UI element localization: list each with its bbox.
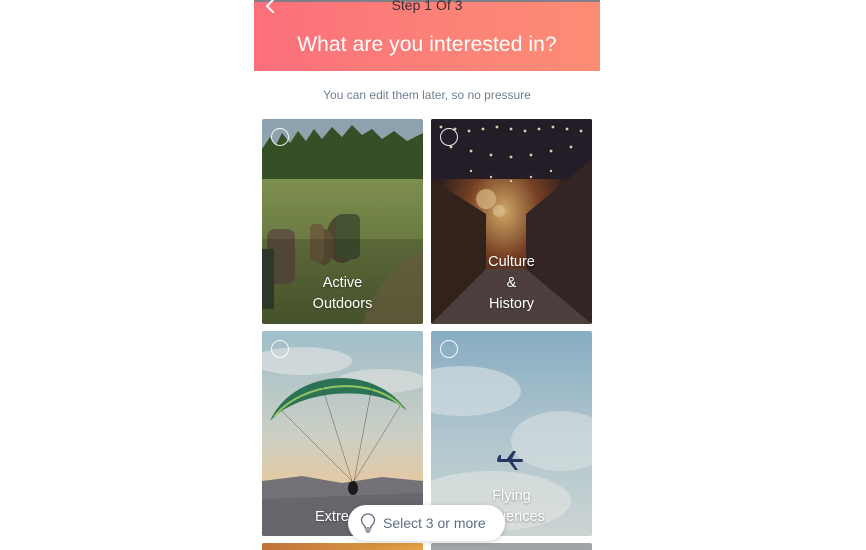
interest-tile-culture-history[interactable]: Culture & History [431,119,592,324]
header: Step 1 Of 3 What are you interested in? [254,0,600,71]
select-radio[interactable] [271,128,289,146]
cta-label: Select 3 or more [383,515,486,531]
lightbulb-icon [360,513,376,533]
step-indicator: Step 1 Of 3 [391,0,463,13]
tile-label: Culture & History [488,254,535,312]
interest-tile-partial[interactable] [262,543,423,550]
interest-tile-partial[interactable] [431,543,592,550]
select-count-button[interactable]: Select 3 or more [348,505,505,541]
tile-label: Active Outdoors [312,275,373,312]
page-title: What are you interested in? [297,33,557,56]
select-radio[interactable] [440,128,458,146]
interests-screen: Step 1 Of 3 What are you interested in? … [254,0,600,550]
interest-tile-active-outdoors[interactable]: Active Outdoors [262,119,423,324]
select-radio[interactable] [440,340,458,358]
page-subtitle: You can edit them later, so no pressure [323,88,531,102]
select-radio[interactable] [271,340,289,358]
